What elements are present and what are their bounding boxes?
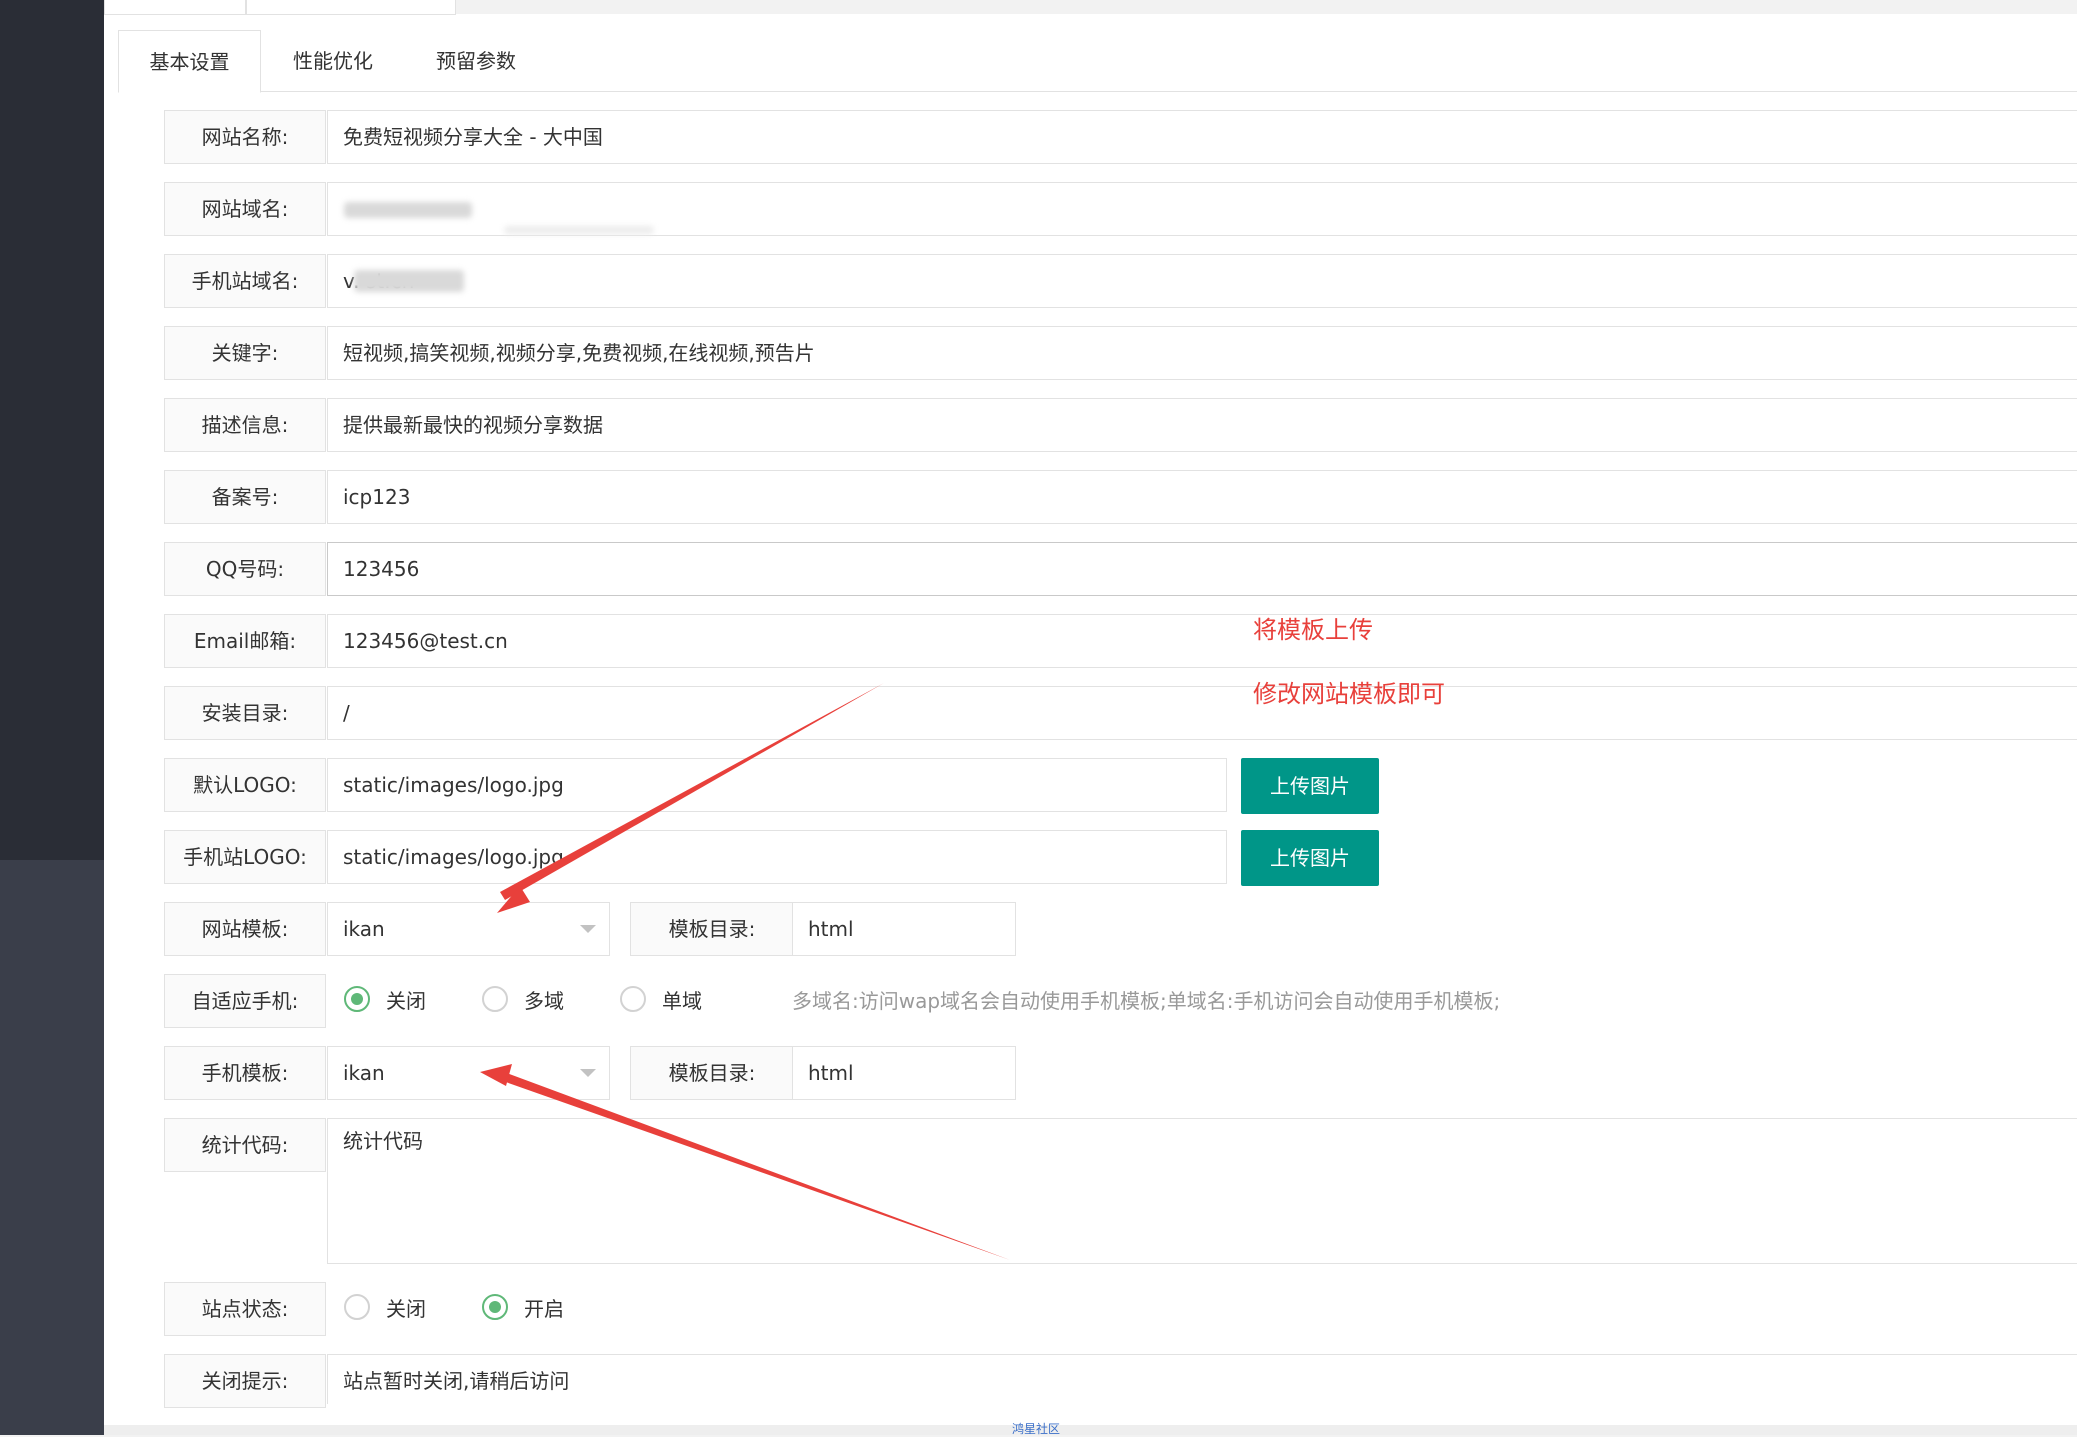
- arrow-shaft-upper: [500, 683, 884, 900]
- arrow-head-lower: [480, 1064, 512, 1086]
- bottom-strip: [104, 1425, 2077, 1435]
- watermark: 鸿星社区: [1012, 1422, 1061, 1436]
- annotation-arrows: [480, 683, 1010, 1260]
- arrow-shaft-lower: [500, 1072, 1010, 1260]
